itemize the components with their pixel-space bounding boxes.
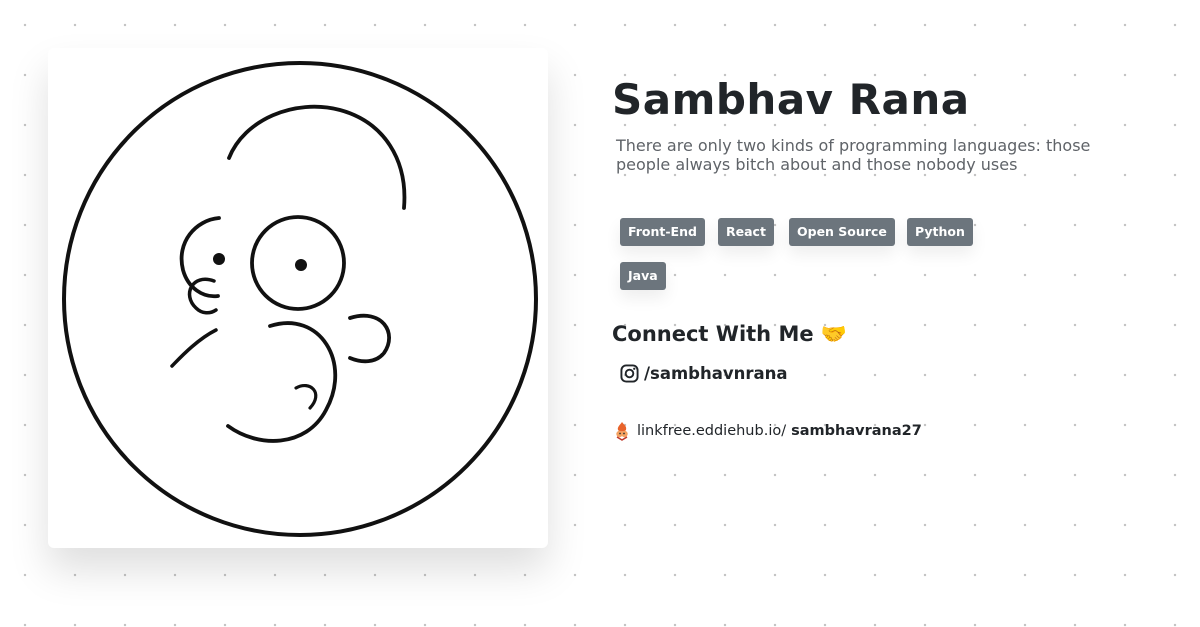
linkfree-link[interactable]: linkfree.eddiehub.io/ sambhavrana27 (613, 420, 922, 442)
avatar-jaw-line (170, 328, 218, 368)
avatar-card (48, 48, 548, 548)
avatar-outline-circle (62, 61, 538, 537)
instagram-icon (620, 363, 639, 383)
avatar-left-pupil (213, 253, 225, 265)
tag-open-source[interactable]: Open Source (789, 218, 895, 246)
tag-java[interactable]: Java (620, 262, 666, 290)
avatar-right-pupil (295, 259, 307, 271)
profile-name: Sambhav Rana (612, 75, 970, 124)
avatar-nose (294, 384, 318, 410)
connect-heading: Connect With Me 🤝 (612, 322, 848, 346)
tag-python[interactable]: Python (907, 218, 973, 246)
avatar-muzzle (226, 321, 338, 443)
avatar-head-arc (227, 104, 407, 210)
linkfree-domain: linkfree.eddiehub.io/ (637, 423, 787, 439)
instagram-link[interactable]: /sambhavnrana (620, 361, 788, 385)
tag-front-end[interactable]: Front-End (620, 218, 705, 246)
instagram-handle: /sambhavnrana (644, 363, 788, 383)
tag-react[interactable]: React (718, 218, 774, 246)
avatar-image (62, 61, 538, 537)
linkfree-logo-icon (616, 422, 628, 441)
avatar-right-ear (348, 313, 391, 364)
linkfree-username: sambhavrana27 (791, 423, 922, 439)
profile-bio: There are only two kinds of programming … (616, 136, 1091, 174)
